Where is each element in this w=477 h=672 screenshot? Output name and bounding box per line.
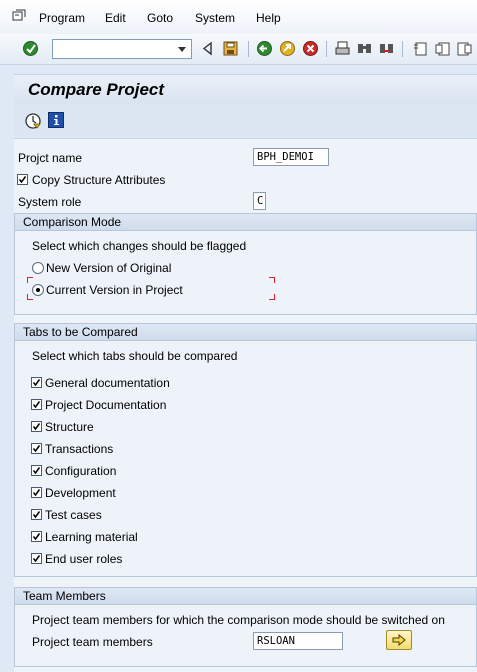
execute-button[interactable] bbox=[386, 630, 412, 650]
enter-icon[interactable] bbox=[22, 40, 39, 57]
back-triangle-icon[interactable] bbox=[200, 40, 217, 57]
copy-structure-label: Copy Structure Attributes bbox=[32, 173, 166, 187]
toolbar-separator bbox=[248, 41, 249, 57]
tab-checkbox[interactable] bbox=[31, 509, 42, 520]
tab-checkbox-label: General documentation bbox=[45, 376, 170, 390]
tab-checkbox-label: Project Documentation bbox=[45, 398, 167, 412]
copy-structure-checkbox[interactable] bbox=[17, 174, 28, 185]
system-menu-icon[interactable] bbox=[12, 9, 26, 21]
team-members-header: Team Members bbox=[23, 589, 106, 603]
arrow-right-icon bbox=[392, 634, 406, 646]
team-members-field-label: Project team members bbox=[32, 635, 153, 649]
radio-new-version[interactable] bbox=[32, 262, 44, 274]
exit-icon[interactable] bbox=[279, 40, 296, 57]
team-members-instruction: Project team members for which the compa… bbox=[32, 613, 445, 627]
application-toolbar bbox=[14, 104, 477, 139]
tab-checkbox[interactable] bbox=[31, 487, 42, 498]
group-header: Comparison Mode bbox=[15, 214, 476, 231]
find-next-icon[interactable] bbox=[378, 40, 395, 57]
save-icon[interactable] bbox=[222, 40, 239, 57]
focus-corner bbox=[27, 277, 33, 283]
menu-system[interactable]: System bbox=[195, 11, 235, 25]
tab-checkbox[interactable] bbox=[31, 531, 42, 542]
tab-checkbox[interactable] bbox=[31, 443, 42, 454]
focus-corner bbox=[269, 277, 275, 283]
find-icon[interactable] bbox=[356, 40, 373, 57]
menu-edit[interactable]: Edit bbox=[105, 11, 126, 25]
toolbar-separator bbox=[402, 41, 403, 57]
info-icon[interactable] bbox=[48, 112, 64, 128]
next-page-icon[interactable] bbox=[456, 40, 473, 57]
tab-checkbox-label: Learning material bbox=[45, 530, 138, 544]
focus-corner bbox=[269, 294, 275, 300]
page-title: Compare Project bbox=[28, 80, 165, 99]
tabs-compared-instruction: Select which tabs should be compared bbox=[32, 349, 238, 363]
tab-checkbox[interactable] bbox=[31, 465, 42, 476]
menu-goto[interactable]: Goto bbox=[147, 11, 173, 25]
group-header: Team Members bbox=[15, 588, 476, 605]
tab-checkbox[interactable] bbox=[31, 399, 42, 410]
project-name-field[interactable]: BPH_DEMOI bbox=[253, 148, 329, 166]
tab-checkbox-label: Transactions bbox=[45, 442, 114, 456]
menu-bar: Program Edit Goto System Help bbox=[0, 0, 477, 34]
execute-clock-icon[interactable] bbox=[24, 112, 42, 130]
radio-new-version-label: New Version of Original bbox=[46, 261, 172, 275]
team-members-group: Team Members bbox=[14, 587, 477, 667]
tab-checkbox-label: End user roles bbox=[45, 552, 123, 566]
tab-checkbox[interactable] bbox=[31, 377, 42, 388]
tab-checkbox[interactable] bbox=[31, 421, 42, 432]
toolbar-separator bbox=[326, 41, 327, 57]
menu-help[interactable]: Help bbox=[256, 11, 281, 25]
standard-toolbar bbox=[0, 34, 477, 65]
tab-checkbox[interactable] bbox=[31, 553, 42, 564]
comparison-mode-instruction: Select which changes should be flagged bbox=[32, 239, 247, 253]
tab-checkbox-label: Structure bbox=[45, 420, 94, 434]
back-green-icon[interactable] bbox=[256, 40, 273, 57]
tabs-compared-header: Tabs to be Compared bbox=[23, 325, 138, 339]
radio-current-version[interactable] bbox=[32, 284, 44, 296]
print-icon[interactable] bbox=[334, 40, 351, 57]
first-page-icon[interactable] bbox=[412, 40, 429, 57]
comparison-mode-header: Comparison Mode bbox=[23, 215, 122, 229]
system-role-field[interactable]: C bbox=[253, 192, 266, 210]
radio-current-version-label: Current Version in Project bbox=[46, 283, 183, 297]
menu-program[interactable]: Program bbox=[39, 11, 85, 25]
tab-checkbox-label: Development bbox=[45, 486, 116, 500]
group-header: Tabs to be Compared bbox=[15, 324, 476, 341]
tab-checkbox-label: Test cases bbox=[45, 508, 102, 522]
title-bar: Compare Project bbox=[14, 74, 477, 105]
system-role-label: System role bbox=[18, 195, 82, 209]
cancel-icon[interactable] bbox=[302, 40, 319, 57]
team-members-field[interactable]: RSLOAN bbox=[253, 632, 343, 650]
tab-checkbox-label: Configuration bbox=[45, 464, 117, 478]
focus-corner bbox=[27, 294, 33, 300]
chevron-down-icon[interactable] bbox=[175, 41, 189, 57]
project-name-label: Projct name bbox=[18, 151, 83, 165]
prev-page-icon[interactable] bbox=[434, 40, 451, 57]
command-field[interactable] bbox=[52, 39, 192, 59]
